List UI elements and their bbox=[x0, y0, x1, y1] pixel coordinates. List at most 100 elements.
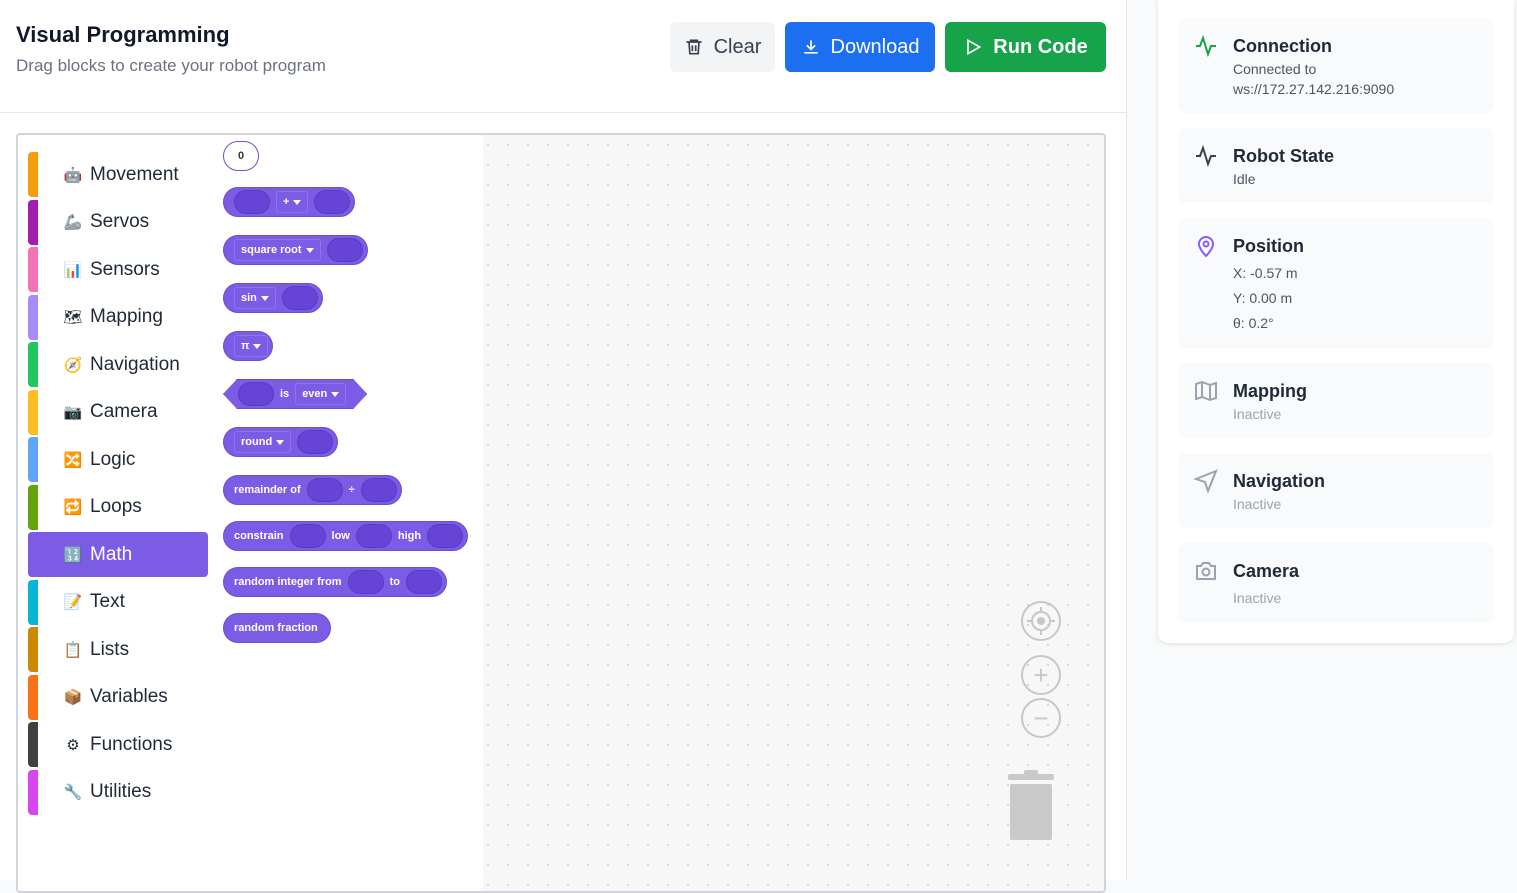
input-slot[interactable] bbox=[314, 190, 351, 214]
category-label: Lists bbox=[90, 638, 130, 660]
servos-icon: 🦾 bbox=[63, 214, 83, 231]
logic-icon: 🔀 bbox=[63, 451, 83, 469]
input-slot[interactable] bbox=[405, 570, 442, 594]
play-icon bbox=[967, 38, 982, 56]
trig-dropdown[interactable]: sin bbox=[234, 287, 276, 309]
loops-icon: 🔁 bbox=[63, 499, 83, 516]
position-theta: θ: 0.2° bbox=[1233, 315, 1274, 331]
random-int-block[interactable]: random integer from to bbox=[223, 567, 447, 597]
robot-state-title: Robot State bbox=[1233, 146, 1334, 166]
camera-icon bbox=[1196, 562, 1216, 580]
input-slot[interactable] bbox=[360, 478, 397, 502]
connection-title: Connection bbox=[1233, 36, 1332, 56]
clear-button[interactable]: Clear bbox=[670, 22, 775, 72]
trig-block[interactable]: sin bbox=[223, 283, 323, 313]
editor-header: Visual Programming Drag blocks to create… bbox=[0, 0, 1127, 113]
recenter-icon[interactable] bbox=[1021, 601, 1061, 641]
connection-url: ws://172.27.142.216:9090 bbox=[1233, 81, 1395, 97]
mapping-card: Mapping Inactive bbox=[1178, 363, 1494, 438]
category-label: Camera bbox=[90, 401, 158, 422]
round-block[interactable]: round bbox=[223, 427, 339, 457]
lists-icon: 📋 bbox=[63, 641, 83, 659]
category-navigation[interactable]: 🧭 Navigation bbox=[28, 342, 208, 387]
is-label: is bbox=[280, 388, 290, 400]
single-op-dropdown[interactable]: square root bbox=[234, 239, 321, 261]
sensors-icon: 📊 bbox=[63, 261, 83, 279]
category-utilities[interactable]: 🔧 Utilities bbox=[28, 769, 208, 815]
low-label: low bbox=[331, 530, 350, 542]
remainder-block[interactable]: remainder of ÷ bbox=[223, 475, 402, 505]
random-fraction-label: random fraction bbox=[234, 622, 318, 634]
functions-icon: ⚙ bbox=[66, 736, 80, 754]
category-functions[interactable]: ⚙ Functions bbox=[28, 722, 208, 767]
round-dropdown[interactable]: round bbox=[234, 431, 292, 453]
camera-status: Inactive bbox=[1233, 590, 1282, 606]
category-movement[interactable]: 🤖 Movement bbox=[28, 152, 208, 197]
download-button[interactable]: Download bbox=[785, 22, 935, 72]
category-color-bar bbox=[28, 627, 38, 672]
run-code-button[interactable]: Run Code bbox=[945, 22, 1106, 72]
mapping-icon: 🗺 bbox=[63, 309, 83, 326]
input-slot[interactable] bbox=[289, 524, 326, 548]
variables-icon: 📦 bbox=[63, 689, 83, 706]
zoom-in-icon[interactable]: + bbox=[1021, 655, 1061, 695]
input-slot[interactable] bbox=[427, 524, 464, 548]
operator-dropdown[interactable]: + bbox=[276, 191, 309, 213]
arithmetic-block[interactable]: + bbox=[223, 187, 356, 217]
number-property-block[interactable]: is even bbox=[223, 379, 367, 409]
category-color-bar bbox=[28, 722, 38, 767]
single-op-block[interactable]: square root bbox=[223, 235, 368, 265]
category-variables[interactable]: 📦 Variables bbox=[28, 674, 208, 720]
constant-block[interactable]: π bbox=[223, 331, 274, 361]
input-slot[interactable] bbox=[326, 238, 363, 262]
blockly-workspace[interactable]: 🤖 Movement 🦾 Servos 📊 Sensors 🗺 Mapping 🧭 Navigat… bbox=[16, 133, 1106, 893]
category-text[interactable]: 📝 Text bbox=[28, 579, 208, 625]
input-slot[interactable] bbox=[355, 524, 392, 548]
number-block[interactable]: 0 bbox=[223, 141, 259, 171]
category-label: Text bbox=[90, 591, 125, 612]
high-label: high bbox=[397, 530, 422, 542]
input-slot[interactable] bbox=[234, 190, 270, 214]
category-label: Mapping bbox=[90, 306, 163, 327]
constant-dropdown[interactable]: π bbox=[234, 335, 269, 357]
category-label: Navigation bbox=[90, 353, 180, 375]
category-mapping[interactable]: 🗺 Mapping bbox=[28, 294, 208, 340]
trash-icon bbox=[686, 39, 702, 55]
block-flyout: 0 + square root sin π is even round rema… bbox=[223, 135, 483, 891]
constrain-block[interactable]: constrain low high bbox=[223, 521, 469, 551]
map-pin-icon bbox=[1197, 236, 1215, 258]
category-lists[interactable]: 📋 Lists bbox=[28, 627, 208, 672]
category-sensors[interactable]: 📊 Sensors bbox=[28, 247, 208, 292]
download-button-label: Download bbox=[830, 35, 920, 58]
category-label: Functions bbox=[90, 733, 173, 755]
math-icon: 🔢 bbox=[63, 546, 83, 564]
category-math[interactable]: 🔢 Math bbox=[28, 532, 208, 577]
input-slot[interactable] bbox=[238, 382, 274, 406]
random-fraction-block[interactable]: random fraction bbox=[223, 613, 331, 643]
category-label: Variables bbox=[90, 686, 168, 707]
category-color-bar bbox=[28, 532, 38, 577]
input-slot[interactable] bbox=[306, 478, 343, 502]
category-loops[interactable]: 🔁 Loops bbox=[28, 484, 208, 530]
position-title: Position bbox=[1233, 236, 1304, 256]
position-y: Y: 0.00 m bbox=[1233, 290, 1293, 306]
category-color-bar bbox=[28, 437, 38, 482]
navigation-status: Inactive bbox=[1233, 496, 1282, 512]
mapping-title: Mapping bbox=[1233, 381, 1307, 401]
utilities-icon: 🔧 bbox=[63, 784, 83, 801]
property-dropdown[interactable]: even bbox=[295, 383, 346, 405]
robot-state-card: Robot State Idle bbox=[1178, 128, 1494, 203]
connection-status: Connected to bbox=[1233, 61, 1317, 77]
category-color-bar bbox=[28, 674, 38, 720]
input-slot[interactable] bbox=[281, 286, 318, 310]
category-camera[interactable]: 📷 Camera bbox=[28, 389, 208, 435]
zoom-out-icon[interactable]: − bbox=[1021, 698, 1061, 738]
input-slot[interactable] bbox=[347, 570, 384, 594]
category-color-bar bbox=[28, 342, 38, 387]
toolbox: 🤖 Movement 🦾 Servos 📊 Sensors 🗺 Mapping 🧭 Navigat… bbox=[18, 135, 223, 891]
input-slot[interactable] bbox=[297, 430, 334, 454]
category-servos[interactable]: 🦾 Servos bbox=[28, 199, 208, 245]
category-label: Loops bbox=[90, 496, 142, 517]
workspace-trash-icon[interactable] bbox=[1008, 770, 1054, 840]
category-logic[interactable]: 🔀 Logic bbox=[28, 437, 208, 482]
